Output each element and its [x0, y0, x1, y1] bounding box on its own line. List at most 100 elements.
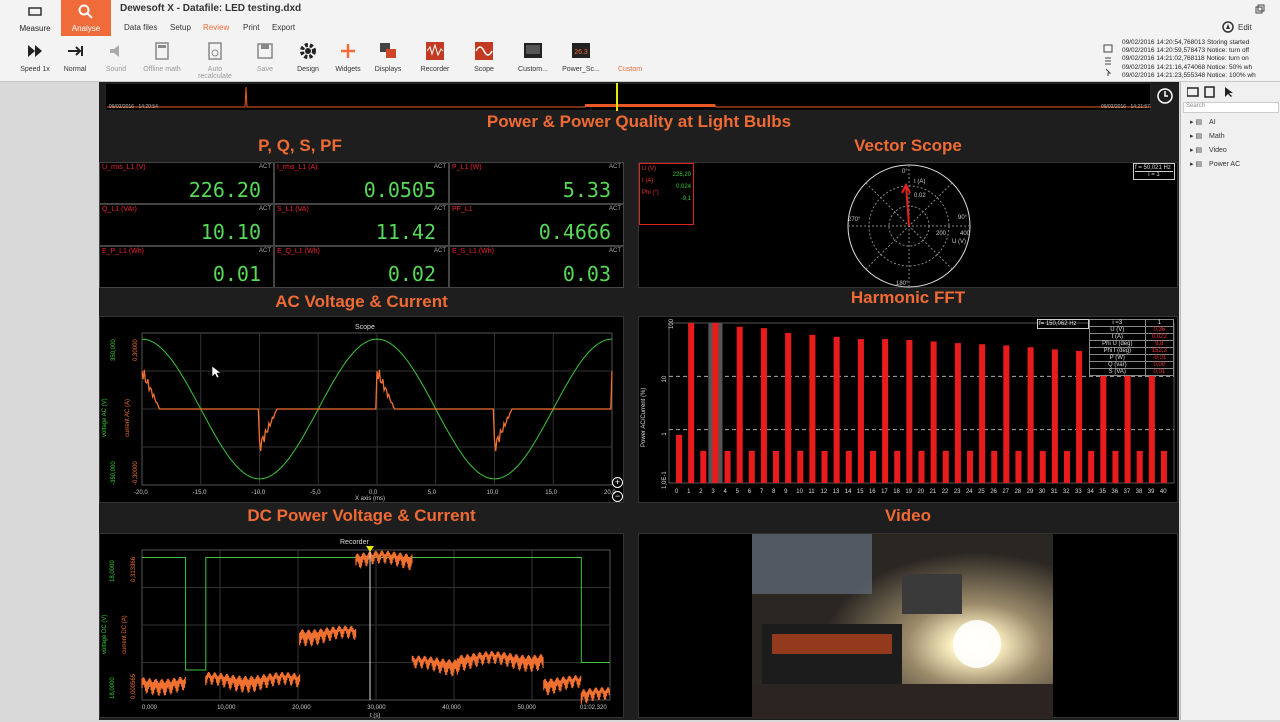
x-tick-label: 33: [1075, 489, 1082, 495]
value-readout: 0.4666: [538, 220, 611, 244]
harmonic-bar[interactable]: [894, 450, 901, 483]
save-button[interactable]: Save: [241, 42, 289, 73]
value-cell[interactable]: E_Q_L1 (Wh) ACT 0.02: [274, 246, 449, 288]
sidebar-tools[interactable]: [1187, 86, 1247, 98]
harmonic-bar[interactable]: [1088, 450, 1095, 483]
value-cell[interactable]: P_L1 (W) ACT 5.33: [449, 162, 624, 204]
harmonic-bar[interactable]: [1051, 349, 1058, 483]
channel-search[interactable]: Search: [1183, 102, 1279, 113]
harmonic-bar[interactable]: [1063, 450, 1070, 483]
harmonic-bar[interactable]: [918, 450, 925, 483]
harmonic-bar[interactable]: [785, 332, 792, 483]
harmonic-bar[interactable]: [906, 340, 913, 483]
menu-print[interactable]: Print: [243, 23, 259, 32]
svg-text:200: 200: [936, 231, 947, 237]
value-cell[interactable]: Q_L1 (VAr) ACT 10.10: [99, 204, 274, 246]
tree-item-video[interactable]: ▸ ▤ Video: [1190, 146, 1227, 154]
fft-table-row: I (A) 0,022: [1089, 333, 1175, 341]
harmonic-bar[interactable]: [833, 336, 840, 483]
harmonic-bar[interactable]: [809, 334, 816, 483]
harmonic-bar[interactable]: [724, 450, 731, 483]
step-icon: [68, 46, 83, 56]
recorder-button[interactable]: Recorder: [411, 42, 459, 73]
act-label: ACT: [434, 164, 446, 170]
displays-button[interactable]: Displays: [364, 42, 412, 73]
value-cell[interactable]: U_rms_L1 (V) ACT 226.20: [99, 162, 274, 204]
overview-timeline[interactable]: 09/02/2016 - 14:20:54 09/02/2016 - 14:21…: [105, 83, 1151, 111]
harmonic-bar[interactable]: [1112, 450, 1119, 483]
menu-setup[interactable]: Setup: [170, 23, 191, 32]
value-cell[interactable]: E_S_L1 (Wh) ACT 0.03: [449, 246, 624, 288]
harmonic-bar[interactable]: [1027, 347, 1034, 483]
harmonic-bar[interactable]: [942, 450, 949, 483]
harmonic-bar[interactable]: [845, 450, 852, 483]
harmonic-bar[interactable]: [797, 450, 804, 483]
harmonic-bar[interactable]: [773, 450, 780, 483]
cursor-marker[interactable]: [366, 546, 374, 552]
tree-item-ai[interactable]: ▸ ▤ AI: [1190, 118, 1216, 126]
fft-table-row: P (W) -0,01: [1089, 354, 1175, 362]
harmonic-bar[interactable]: [676, 434, 683, 483]
x-tick-label: 23: [954, 489, 961, 495]
value-cell[interactable]: I_rms_L1 (A) ACT 0.0505: [274, 162, 449, 204]
x-tick-label: 15: [857, 489, 864, 495]
dc-recorder[interactable]: Recorder voltage DC (V) current DC (A) 1…: [99, 533, 624, 719]
value-cell[interactable]: S_L1 (VA) ACT 11.42: [274, 204, 449, 246]
fft-table-row: U (V) 0,36: [1089, 326, 1175, 334]
clock-icon[interactable]: [1156, 87, 1174, 105]
harmonic-bar[interactable]: [700, 450, 707, 483]
zoom-in-icon[interactable]: +: [612, 477, 623, 488]
harmonic-bar[interactable]: [966, 450, 974, 483]
harmonic-bar[interactable]: [991, 450, 998, 483]
power-screen-button[interactable]: 26.3 Power_Sc...: [557, 42, 605, 73]
vector-scope[interactable]: U (V) 226,20 I (A) 0,024 Phi (°) -9,1 f = 5…: [638, 162, 1178, 288]
custom-display-button[interactable]: Custom...: [509, 42, 557, 73]
harmonic-bar[interactable]: [748, 450, 755, 483]
scope-button[interactable]: Scope: [460, 42, 508, 73]
harmonic-bar[interactable]: [1136, 450, 1143, 483]
edit-button[interactable]: Edit: [1238, 23, 1252, 32]
auto-recalculate-button[interactable]: Auto recalculate: [191, 42, 239, 80]
menu-datafiles[interactable]: Data files: [124, 23, 157, 32]
tree-item-math[interactable]: ▸ ▤ Math: [1190, 132, 1225, 140]
harmonic-bar[interactable]: [760, 328, 767, 483]
harmonic-bar[interactable]: [712, 323, 719, 483]
harmonic-bar[interactable]: [736, 326, 743, 483]
value-label: E_P_L1 (Wh): [102, 248, 145, 255]
value-cell[interactable]: PF_L1 ACT 0.4666: [449, 204, 624, 246]
harmonic-bar[interactable]: [954, 343, 961, 483]
x-tick-label: 4: [724, 489, 728, 495]
harmonic-bar[interactable]: [979, 344, 986, 483]
svg-text:350,000: 350,000: [111, 339, 117, 361]
fft-freq: f= 150,062 Hz: [1037, 319, 1089, 329]
custom-tab[interactable]: Custom: [606, 66, 654, 73]
harmonic-bar[interactable]: [1003, 345, 1010, 483]
harmonic-bar[interactable]: [1039, 450, 1046, 483]
vector-title: Vector Scope: [854, 136, 962, 155]
measure-tab[interactable]: Measure: [10, 0, 60, 36]
restore-window-icon[interactable]: [1255, 4, 1265, 14]
harmonic-bar[interactable]: [1076, 350, 1083, 483]
sound-button[interactable]: Sound: [92, 42, 140, 73]
harmonic-bar[interactable]: [1160, 450, 1167, 483]
harmonic-bar[interactable]: [882, 339, 889, 483]
value-cell[interactable]: E_P_L1 (Wh) ACT 0.01: [99, 246, 274, 288]
log-tools-icon[interactable]: [1103, 44, 1113, 76]
analyse-tab[interactable]: Analyse: [61, 0, 111, 36]
harmonic-bar[interactable]: [821, 450, 828, 483]
harmonic-bar[interactable]: [869, 450, 877, 483]
zoom-out-icon[interactable]: −: [612, 491, 623, 502]
harmonic-bar[interactable]: [930, 341, 937, 483]
harmonic-bar[interactable]: [1015, 450, 1022, 483]
ac-scope[interactable]: Scope voltage AC (V) current AC (A) 350,…: [99, 316, 624, 503]
menu-export[interactable]: Export: [272, 23, 295, 32]
value-label: I_rms_L1 (A): [277, 164, 318, 171]
video-panel[interactable]: [638, 533, 1178, 719]
harmonic-bar[interactable]: [688, 323, 695, 483]
harmonic-fft[interactable]: Power AC/Current (%) 100 10 1 1,0E-1 012345…: [638, 316, 1178, 503]
offline-math-button[interactable]: Offline math: [138, 42, 186, 73]
tree-item-power-ac[interactable]: ▸ ▤ Power AC: [1190, 160, 1240, 168]
fft-ylabel: Power AC/Current (%): [641, 388, 647, 447]
harmonic-bar[interactable]: [857, 339, 864, 483]
menu-review[interactable]: Review: [203, 23, 229, 32]
